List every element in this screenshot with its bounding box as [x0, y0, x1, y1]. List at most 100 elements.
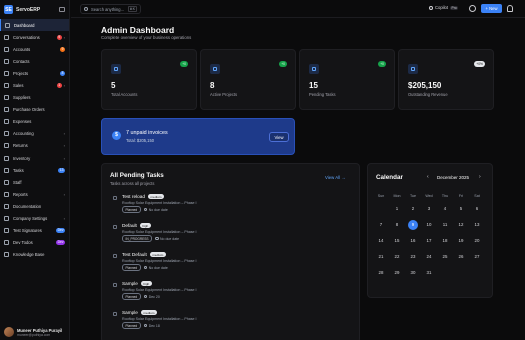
calendar-day[interactable]: 14 [373, 236, 389, 246]
calendar-day[interactable]: 28 [373, 268, 389, 278]
stat-change-badge: +0 [180, 61, 188, 67]
chevron-right-icon[interactable]: › [64, 216, 65, 221]
new-button[interactable]: + New [481, 4, 502, 13]
user-text: Muneer Puthiya Purayil muneer@puthiya.co… [17, 328, 62, 337]
calendar-weekdays: Sun Mon Tue Wed Thu Fri Sat [373, 194, 485, 198]
calendar-day[interactable]: 3 [421, 204, 437, 214]
sidebar-item-conversations[interactable]: Conversations 9 › [0, 31, 69, 43]
sidebar-item-label: Contacts [13, 58, 30, 64]
calendar-day[interactable]: 10 [421, 220, 437, 230]
invoice-alert-title: 7 unpaid invoices [126, 130, 168, 136]
sidebar-collapse-icon[interactable] [59, 7, 65, 12]
calendar-day[interactable]: 5 [453, 204, 469, 214]
calendar-day[interactable]: 2 [405, 204, 421, 214]
sidebar-item-expenses[interactable]: Expenses [0, 116, 69, 128]
sidebar-item-company-settings[interactable]: Company Settings › [0, 213, 69, 225]
calendar-day[interactable]: 8 [389, 220, 405, 230]
chevron-right-icon[interactable]: › [64, 83, 65, 88]
calendar-day[interactable]: 24 [421, 252, 437, 262]
notifications-bell-icon[interactable] [507, 5, 513, 12]
task-due-date: Dec 20 [148, 294, 160, 299]
search-shortcut: ⌘K [127, 6, 137, 12]
calendar-day[interactable]: 30 [405, 268, 421, 278]
sidebar-item-projects[interactable]: Projects 8 [0, 67, 69, 79]
settings-gear-icon[interactable] [469, 5, 476, 12]
calendar-day[interactable]: 29 [389, 268, 405, 278]
task-checkbox[interactable] [113, 283, 117, 287]
calendar-day [437, 268, 453, 278]
calendar-day[interactable]: 21 [373, 252, 389, 262]
chevron-right-icon[interactable]: › [64, 192, 65, 197]
calendar-day[interactable]: 18 [437, 236, 453, 246]
chevron-right-icon[interactable]: › [64, 143, 65, 148]
calendar-day[interactable]: 4 [437, 204, 453, 214]
calendar-day[interactable]: 16 [405, 236, 421, 246]
calendar-day[interactable]: 11 [437, 220, 453, 230]
search-input[interactable]: Search anything... ⌘K [80, 4, 141, 14]
sidebar-item-knowledge-base[interactable]: Knowledge Base [0, 249, 69, 261]
calendar-day[interactable]: 15 [389, 236, 405, 246]
task-meta: IN_PROGRESS No due date [122, 235, 179, 242]
calendar-day[interactable]: 23 [405, 252, 421, 262]
prev-month-button[interactable]: ‹ [427, 174, 429, 180]
calendar-day[interactable]: 7 [373, 220, 389, 230]
sidebar-item-dashboard[interactable]: Dashboard [0, 19, 69, 32]
task-due-date: Dec 18 [148, 323, 160, 328]
copilot-button[interactable]: Copilot Pro [429, 5, 459, 10]
sidebar-item-tasks[interactable]: Tasks 13 [0, 164, 69, 176]
sidebar-item-label: Documentation [13, 203, 42, 209]
calendar-day[interactable]: 26 [453, 252, 469, 262]
sidebar-badge: 9 [56, 34, 62, 40]
task-checkbox[interactable] [113, 225, 117, 229]
view-all-tasks-link[interactable]: View All → [325, 175, 345, 180]
pending-tasks-panel: All Pending Tasks Tasks across all proje… [101, 163, 360, 340]
sidebar: SE ServoERP Dashboard Conversations 9 › Acco… [0, 0, 70, 340]
calendar-day[interactable]: 25 [437, 252, 453, 262]
chevron-right-icon[interactable]: › [64, 156, 65, 161]
sidebar-badge: 9 [60, 46, 65, 52]
sidebar-item-sales[interactable]: Sales 1 › [0, 79, 69, 91]
stat-label: Outstanding Revenue [408, 92, 448, 97]
calendar-day[interactable]: 22 [389, 252, 405, 262]
calendar-day[interactable]: 1 [389, 204, 405, 214]
calendar-day[interactable]: 31 [421, 268, 437, 278]
sidebar-item-label: Suppliers [13, 95, 31, 101]
sidebar-item-accounting[interactable]: Accounting › [0, 128, 69, 140]
brand[interactable]: SE ServoERP [0, 1, 69, 18]
chevron-right-icon[interactable]: › [64, 35, 65, 40]
task-checkbox[interactable] [113, 254, 117, 258]
sidebar-item-purchase-orders[interactable]: Purchase Orders [0, 104, 69, 116]
sidebar-item-staff[interactable]: Staff [0, 176, 69, 188]
sidebar-item-documentation[interactable]: Documentation [0, 200, 69, 212]
calendar-day[interactable]: 20 [469, 236, 485, 246]
calendar-day[interactable]: 19 [453, 236, 469, 246]
invoice-alert-subtitle: Total: $205,150 [126, 138, 154, 143]
task-checkbox[interactable] [113, 196, 117, 200]
sidebar-item-returns[interactable]: Returns › [0, 140, 69, 152]
calendar-day-today[interactable]: 9 [408, 220, 418, 230]
view-invoices-button[interactable]: View [269, 132, 289, 142]
calendar-day[interactable]: 6 [469, 204, 485, 214]
sidebar-item-suppliers[interactable]: Suppliers [0, 92, 69, 104]
next-month-button[interactable]: › [479, 174, 481, 180]
sidebar-item-contacts[interactable]: Contacts [0, 55, 69, 67]
sidebar-item-test-signatures[interactable]: Test Signatures Dev [0, 225, 69, 237]
calendar-day[interactable]: 13 [469, 220, 485, 230]
sidebar-item-dev-todos[interactable]: Dev Todos Dev [0, 237, 69, 249]
calendar-title: Calendar [376, 174, 403, 181]
user-profile[interactable]: Muneer Puthiya Purayil muneer@puthiya.co… [4, 327, 62, 337]
calendar-day[interactable]: 17 [421, 236, 437, 246]
sidebar-item-inventory[interactable]: Inventory › [0, 152, 69, 164]
sidebar-item-label: Inventory [13, 155, 31, 161]
calendar-day[interactable]: 27 [469, 252, 485, 262]
clock-icon [155, 236, 159, 241]
weekday-label: Mon [393, 194, 401, 198]
task-checkbox[interactable] [113, 312, 117, 316]
chevron-right-icon[interactable]: › [64, 131, 65, 136]
calendar-day[interactable]: 12 [453, 220, 469, 230]
sidebar-item-accounts[interactable]: Accounts 9 [0, 43, 69, 55]
avatar[interactable] [4, 327, 14, 337]
stat-change-badge: +0 [378, 61, 386, 67]
sidebar-item-label: Staff [13, 179, 22, 185]
sidebar-item-reports[interactable]: Reports › [0, 188, 69, 200]
